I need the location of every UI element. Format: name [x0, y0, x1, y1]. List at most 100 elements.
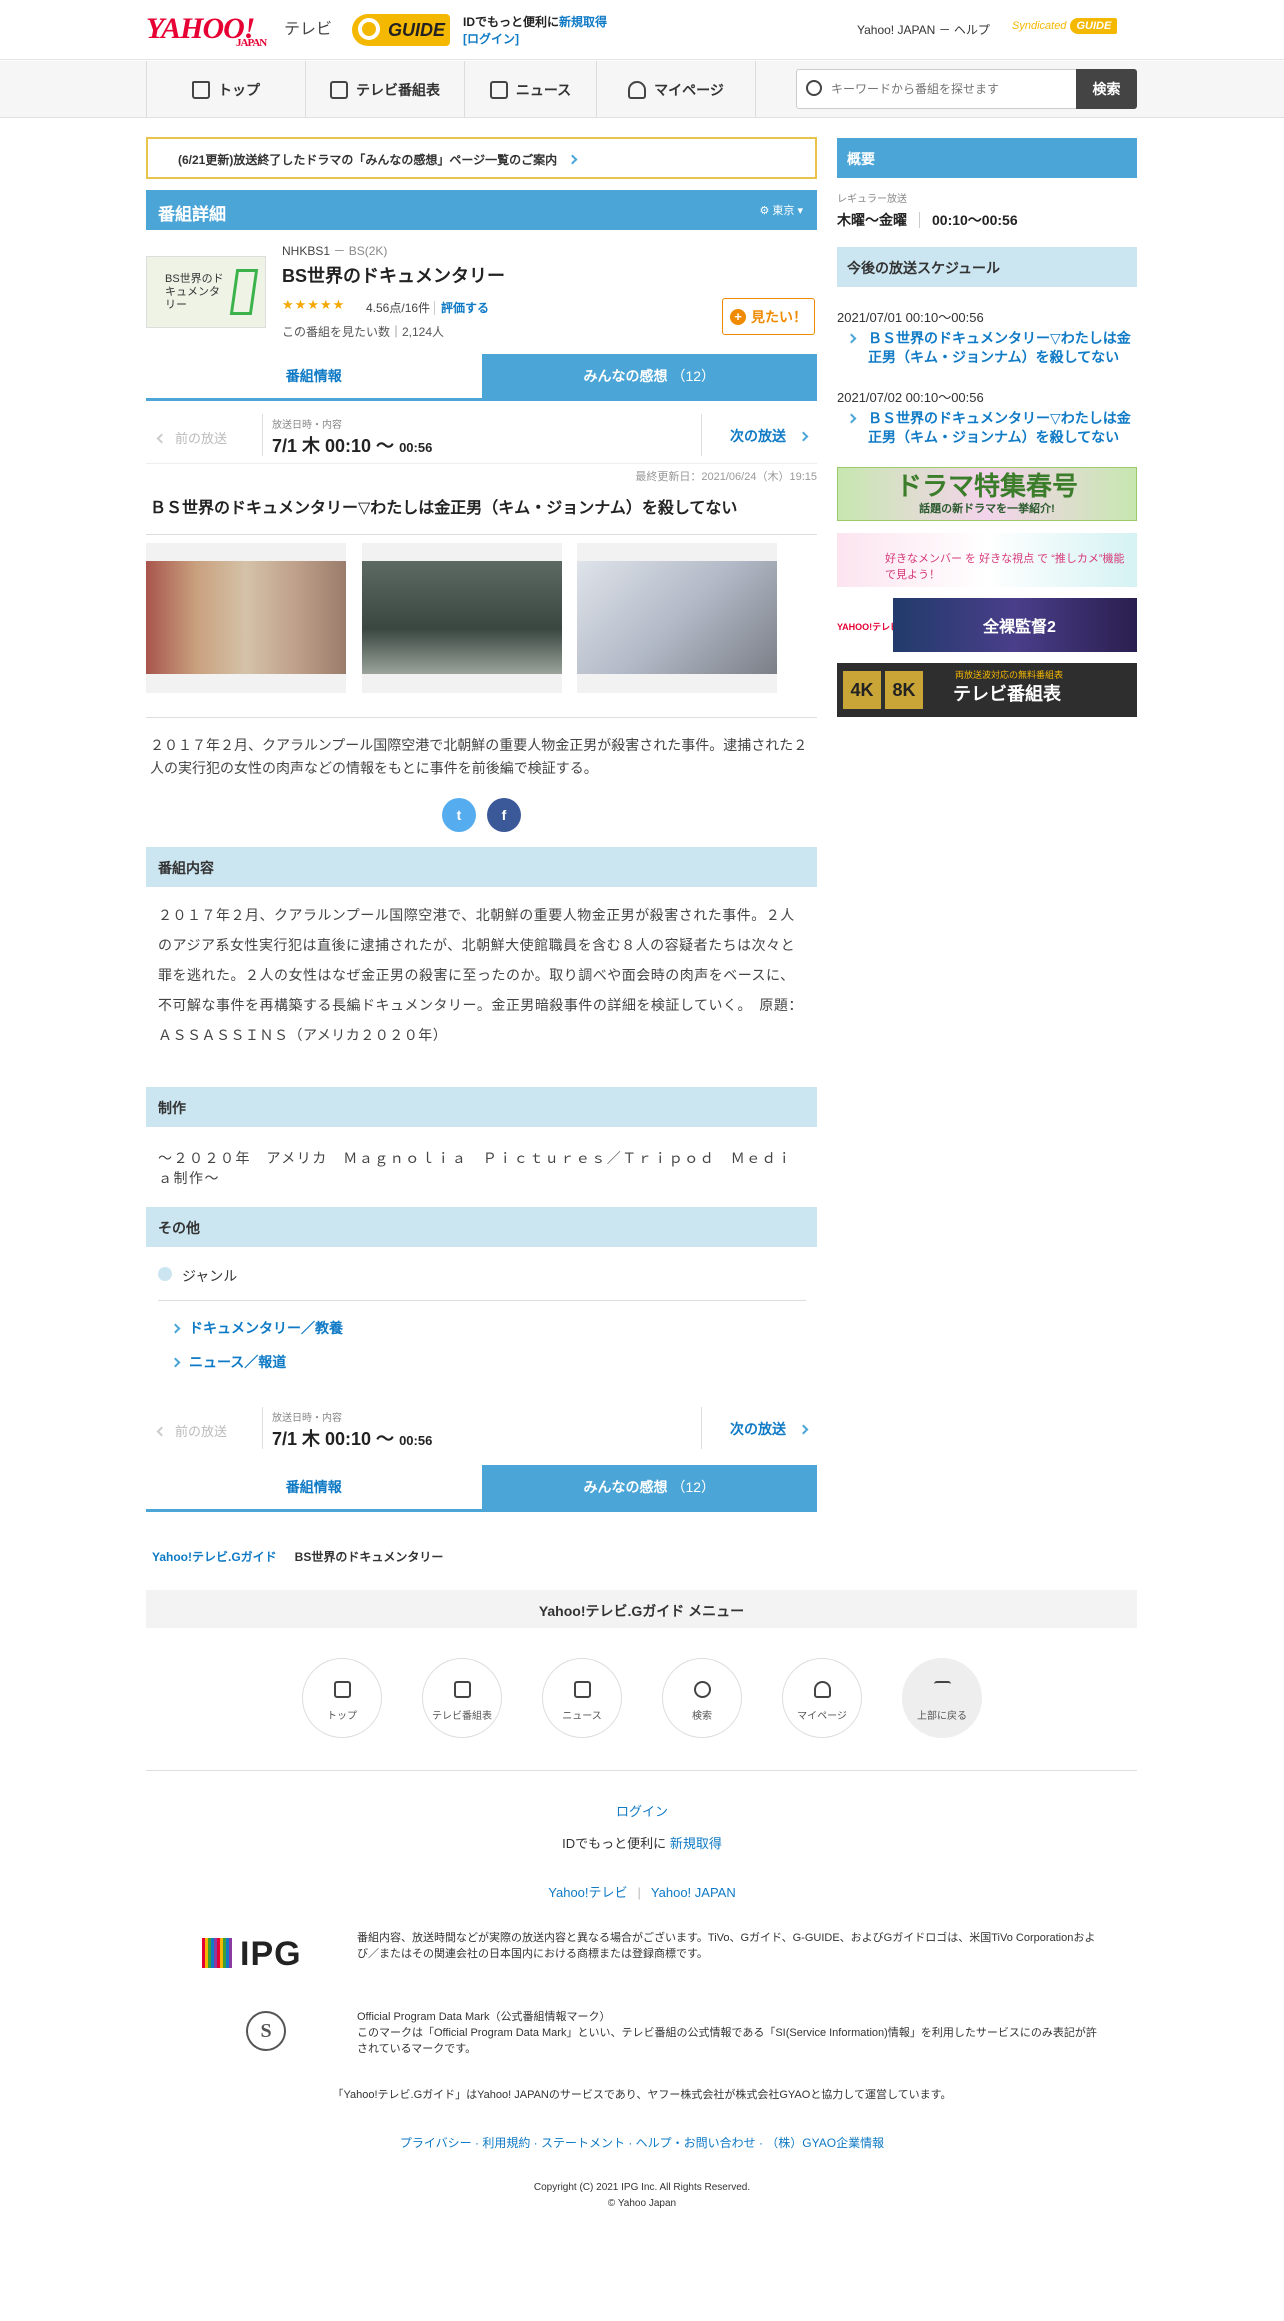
breadcrumb-home[interactable]: Yahoo!テレビ.Gガイド: [152, 1550, 277, 1564]
ipg-disclaimer: 番組内容、放送時間などが実際の放送内容と異なる場合がございます。TiVo、Gガイ…: [357, 1932, 1096, 1960]
facebook-share-button[interactable]: f: [487, 798, 521, 832]
signup-link[interactable]: 新規取得: [559, 15, 607, 29]
syndicated-logo: Syndicated GUIDE: [1012, 18, 1118, 34]
footer-divider: [146, 1770, 1137, 1771]
photo-1[interactable]: [146, 543, 346, 693]
footer-signup-link[interactable]: 新規取得: [670, 1836, 722, 1851]
tab-program-info[interactable]: 番組情報: [146, 1465, 482, 1509]
tv-icon: [454, 1681, 471, 1698]
nav-top[interactable]: トップ: [146, 61, 305, 118]
twitter-share-button[interactable]: t: [442, 798, 476, 832]
opdm-seal: S: [246, 2011, 286, 2051]
breadcrumb-current: BS世界のドキュメンタリー: [294, 1550, 444, 1564]
schedule-header: 今後の放送スケジュール: [837, 247, 1137, 287]
footer-id-message: IDでもっと便利に 新規取得: [562, 1836, 722, 1851]
facebook-icon: f: [501, 807, 507, 823]
nav-news[interactable]: ニュース: [464, 61, 596, 118]
arrow-up-icon: [934, 1681, 951, 1698]
detail-header: 番組詳細 ⚙ 東京 ▾: [146, 190, 817, 230]
program-thumbnail: BS世界のドキュメンタリー: [146, 256, 266, 328]
gguide-logo[interactable]: GUIDE: [352, 14, 450, 46]
operated-by: 「Yahoo!テレビ.Gガイド」はYahoo! JAPANのサービスであり、ヤフ…: [332, 2089, 952, 2101]
chevron-right-icon: [567, 154, 578, 165]
search-button[interactable]: 検索: [1076, 69, 1137, 109]
genre-link-news[interactable]: ニュース／報道: [170, 1352, 286, 1372]
schedule-item[interactable]: ＢＳ世界のドキュメンタリー▽わたしは金正男（キム・ジョンナム）を殺してない: [846, 409, 1138, 447]
zenra-kantoku-banner[interactable]: YAHOO!テレビ 全裸監督2: [837, 598, 1137, 652]
tab-program-info[interactable]: 番組情報: [146, 354, 482, 398]
section-other-header: その他: [146, 1207, 817, 1247]
tv-label[interactable]: テレビ: [284, 15, 332, 39]
twitter-icon: t: [456, 807, 462, 823]
prev-broadcast: 前の放送: [156, 1421, 227, 1440]
policy-links[interactable]: プライバシー · 利用規約 · ステートメント · ヘルプ・お問い合わせ · （…: [0, 2134, 1284, 2151]
login-link[interactable]: [ログイン]: [463, 32, 519, 46]
program-title: BS世界のドキュメンタリー: [282, 266, 506, 286]
drama-special-banner[interactable]: ドラマ特集春号 話題の新ドラマを一挙紹介!: [837, 467, 1137, 521]
ipg-logo: IPG: [202, 1935, 302, 1974]
footer-tv-schedule-button[interactable]: テレビ番組表: [422, 1658, 502, 1738]
genre-link-documentary[interactable]: ドキュメンタリー／教養: [170, 1318, 343, 1338]
search-icon: [806, 80, 822, 96]
oshikame-banner[interactable]: 好きなメンバー を 好きな視点 で “推しカメ”機能 で見よう！: [837, 533, 1137, 587]
episode-summary: ２０１７年２月、クアラルンプール国際空港で北朝鮮の重要人物金正男が殺害された事件…: [150, 737, 808, 776]
user-icon: [628, 80, 647, 99]
plus-icon: +: [730, 308, 746, 325]
detail-tabs-bottom: 番組情報 みんなの感想 （12）: [146, 1465, 817, 1512]
search-input[interactable]: [831, 70, 1071, 108]
dot-icon: [158, 1267, 172, 1281]
regular-label: レギュラー放送: [837, 194, 907, 205]
tab-reviews[interactable]: みんなの感想 （12）: [481, 1465, 817, 1509]
schedule-item[interactable]: ＢＳ世界のドキュメンタリー▽わたしは金正男（キム・ジョンナム）を殺してない: [846, 329, 1138, 367]
footer-login: ログイン: [0, 1801, 1284, 1820]
next-broadcast[interactable]: 次の放送: [730, 426, 809, 446]
search-box: [796, 69, 1079, 109]
production-text: 〜２０２０年 アメリカ Ｍａｇｎｏｌｉａ Ｐｉｃｔｕｒｅｓ／Ｔｒｉｐｏｄ Ｍｅｄ…: [158, 1150, 793, 1186]
rate-link[interactable]: 評価する: [434, 301, 490, 315]
back-to-top-button[interactable]: 上部に戻る: [902, 1658, 982, 1738]
region-selector[interactable]: ⚙ 東京 ▾: [760, 202, 804, 218]
rating-stars: ★★★★★: [282, 297, 346, 312]
footer-mypage-button[interactable]: マイページ: [782, 1658, 862, 1738]
yahoo-japan-link[interactable]: Yahoo! JAPAN: [651, 1885, 736, 1900]
pager-date: 7/1 木 00:10 〜 00:56: [272, 1429, 433, 1449]
breadcrumb: Yahoo!テレビ.Gガイド BS世界のドキュメンタリー: [152, 1548, 443, 1565]
nav-tv-schedule[interactable]: テレビ番組表: [305, 61, 464, 118]
prev-broadcast: 前の放送: [156, 428, 227, 447]
tab-reviews[interactable]: みんなの感想 （12）: [481, 354, 817, 398]
footer-news-button[interactable]: ニュース: [542, 1658, 622, 1738]
site-header: YAHOO! JAPAN テレビ GUIDE IDでもっと便利に新規取得 [ログイ…: [0, 0, 1284, 60]
want-button[interactable]: + 見たい！: [722, 298, 815, 335]
search-icon: [694, 1681, 711, 1698]
episode-title: ＢＳ世界のドキュメンタリー▽わたしは金正男（キム・ジョンナム）を殺してない: [146, 494, 817, 535]
header-links[interactable]: Yahoo! JAPAN － ヘルプ: [857, 21, 990, 38]
footer-login-link[interactable]: ログイン: [616, 1804, 668, 1819]
opdm-text: このマークは「Official Program Data Mark」といい、テレ…: [357, 2027, 1097, 2055]
schedule-date: 2021/07/02 00:10～00:56: [837, 390, 984, 405]
yahoo-logo[interactable]: YAHOO! JAPAN: [146, 14, 267, 49]
footer-menu-title: Yahoo!テレビ.Gガイド メニュー: [146, 1590, 1137, 1628]
channel-label: NHKBS1 － BS(2K): [282, 244, 388, 258]
last-updated: 最終更新日：2021/06/24（木）19:15: [635, 471, 817, 483]
photo-3[interactable]: [577, 543, 777, 693]
home-icon: [334, 1681, 351, 1698]
regular-schedule: 木曜～金曜 00:10～00:56: [837, 212, 1018, 228]
next-broadcast[interactable]: 次の放送: [730, 1419, 809, 1439]
nav-mypage[interactable]: マイページ: [596, 61, 756, 118]
footer-top-button[interactable]: トップ: [302, 1658, 382, 1738]
broadcast-pager-bottom: 前の放送 放送日時・内容 7/1 木 00:10 〜 00:56 次の放送: [146, 1407, 817, 1457]
pager-date: 7/1 木 00:10 〜 00:56: [272, 436, 433, 456]
copyright: Copyright (C) 2021 IPG Inc. All Rights R…: [533, 2182, 751, 2209]
footer-search-button[interactable]: 検索: [662, 1658, 742, 1738]
photo-2[interactable]: [362, 543, 562, 693]
opdm-title: Official Program Data Mark（公式番組情報マーク）: [357, 2011, 611, 2023]
id-message: IDでもっと便利に新規取得 [ログイン]: [463, 15, 608, 46]
global-nav: トップ テレビ番組表 ニュース マイページ 検索: [0, 61, 1284, 118]
notice-banner[interactable]: (6/21更新)放送終了したドラマの「みんなの感想」ページ一覧のご案内: [146, 137, 817, 179]
gguide-4k8k-banner[interactable]: 4K 8K 両放送波対応の無料番組表 テレビ番組表: [837, 663, 1137, 717]
news-icon: [489, 80, 508, 99]
yahoo-tv-link[interactable]: Yahoo!テレビ: [548, 1885, 627, 1900]
want-count: この番組を見たい数｜2,124人: [282, 325, 445, 339]
genre-heading: ジャンル: [158, 1266, 806, 1301]
user-icon: [814, 1681, 831, 1698]
